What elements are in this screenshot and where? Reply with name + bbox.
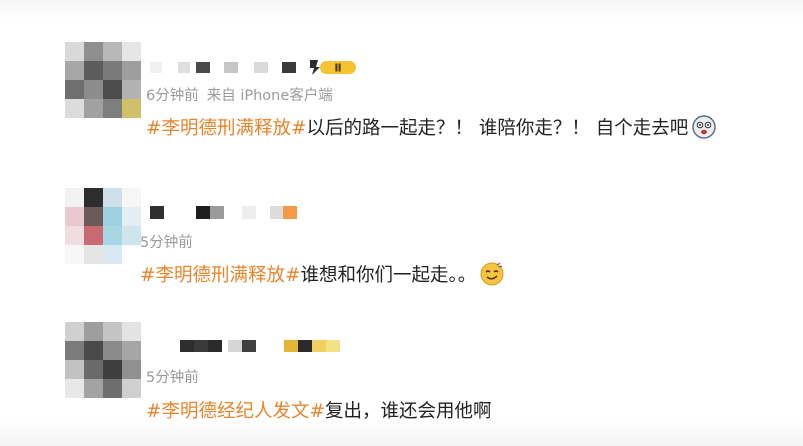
comment-meta: 5分钟前: [146, 366, 199, 387]
comment-body: 复出，谁还会用他啊: [325, 401, 492, 422]
level-badge-icon: Ⅱ: [310, 60, 356, 75]
smirk-face-emoji-icon: [480, 262, 504, 286]
comment-body: 以后的路一起走？！ 谁陪你走？！ 自个走去吧: [306, 118, 689, 139]
avatar[interactable]: [65, 188, 141, 264]
dizzy-face-emoji-icon: [692, 115, 717, 139]
timestamp: 5分钟前: [140, 235, 193, 251]
comment-text: #李明德刑满释放#谁想和你们一起走。。: [140, 261, 504, 288]
username-mosaic[interactable]: [150, 202, 310, 222]
avatar[interactable]: [65, 322, 141, 398]
comment-body: 谁想和你们一起走。。: [300, 265, 477, 286]
hashtag-link[interactable]: #李明德刑满释放#: [140, 265, 301, 286]
hashtag-link[interactable]: #李明德经纪人发文#: [146, 401, 325, 422]
comment-list: Ⅱ 6分钟前 来自 iPhone客户端 #李明德刑满释放#以后的路一起走？！ 谁陪…: [0, 0, 803, 446]
avatar[interactable]: [65, 42, 141, 118]
hashtag-link[interactable]: #李明德刑满释放#: [146, 118, 307, 139]
weibo-comment-feed: Ⅱ 6分钟前 来自 iPhone客户端 #李明德刑满释放#以后的路一起走？！ 谁陪…: [0, 0, 803, 446]
comment-text: #李明德刑满释放#以后的路一起走？！ 谁陪你走？！ 自个走去吧: [146, 114, 717, 141]
username-mosaic[interactable]: [180, 336, 350, 356]
timestamp: 6分钟前: [146, 88, 199, 104]
comment-meta: 6分钟前 来自 iPhone客户端: [146, 84, 333, 105]
comment-text: #李明德经纪人发文#复出，谁还会用他啊: [146, 397, 492, 423]
timestamp: 5分钟前: [146, 370, 199, 386]
username-mosaic[interactable]: Ⅱ: [150, 58, 370, 78]
svg-text:Ⅱ: Ⅱ: [334, 62, 341, 75]
post-source: 来自 iPhone客户端: [206, 88, 333, 104]
comment-meta: 5分钟前: [140, 231, 193, 252]
